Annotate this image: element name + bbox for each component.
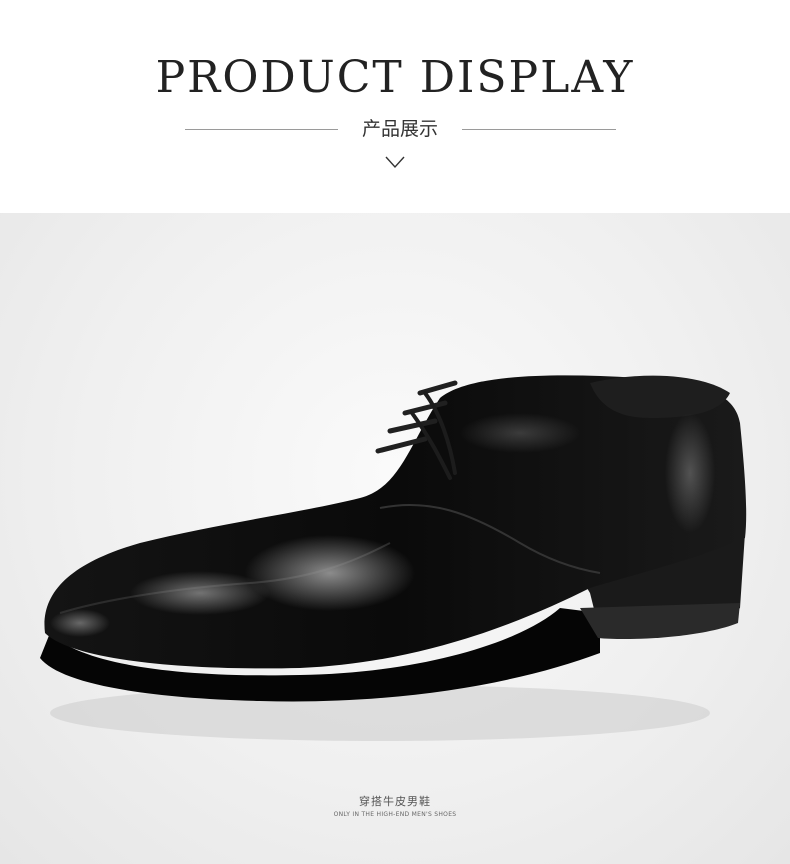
left-divider	[185, 129, 338, 130]
caption-english: ONLY IN THE HIGH-END MEN'S SHOES	[333, 811, 457, 818]
page-subtitle: 产品展示	[361, 118, 438, 140]
shoe-image	[40, 375, 747, 741]
page-title: PRODUCT DISPLAY	[155, 52, 635, 103]
caption-chinese: 穿搭牛皮男鞋	[359, 795, 431, 808]
right-divider	[462, 129, 616, 130]
product-photo	[0, 213, 790, 864]
header-section: PRODUCT DISPLAY 产品展示	[0, 0, 790, 213]
chevron-down-icon	[385, 156, 405, 169]
